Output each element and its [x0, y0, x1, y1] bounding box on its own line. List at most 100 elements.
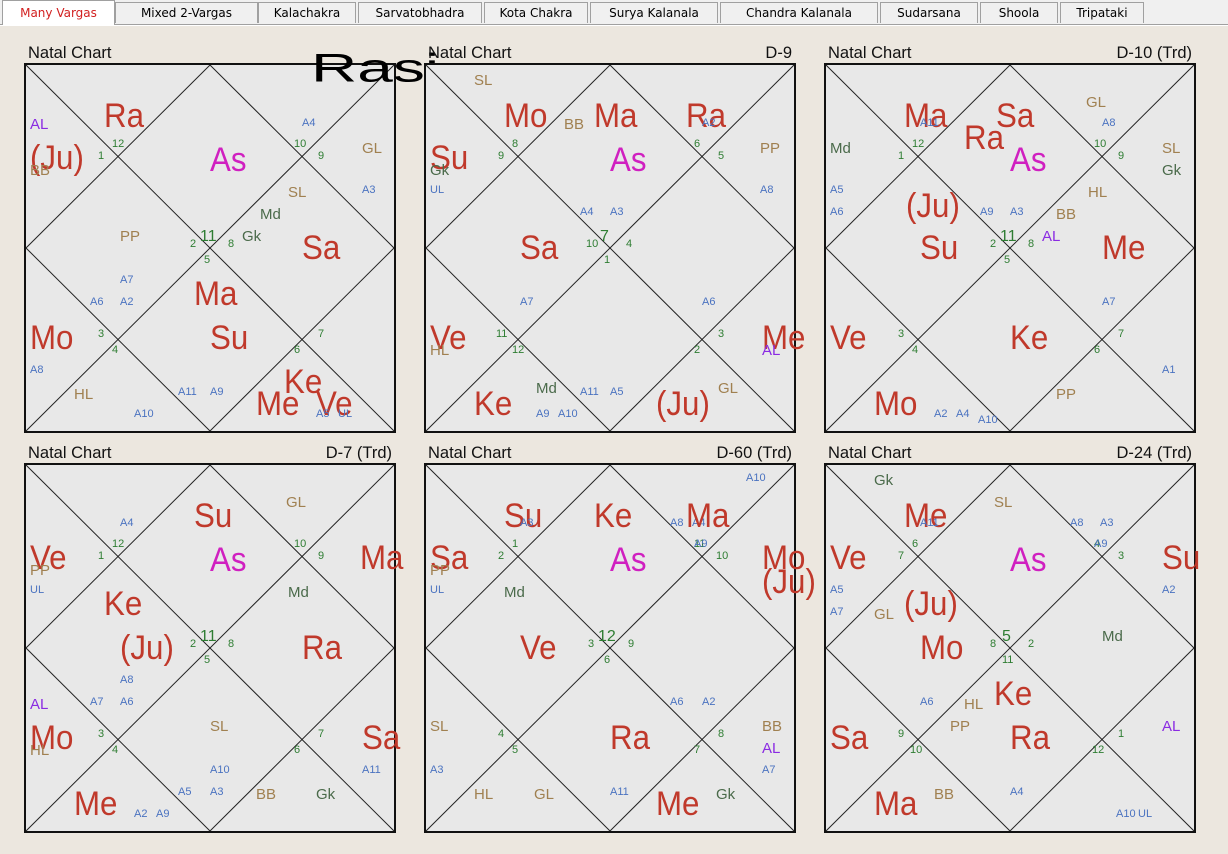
house-number: 5 — [1002, 628, 1011, 645]
planet-label: Ve — [520, 629, 557, 667]
arudha-label: A4 — [1010, 786, 1024, 798]
arudha-label: A5 — [316, 408, 330, 420]
tab-chandra-kalanala[interactable]: Chandra Kalanala — [720, 2, 878, 23]
special-point-label: GL — [286, 494, 307, 511]
special-point-label: Gk — [242, 228, 262, 245]
north-indian-chart[interactable]: A4 Su GL 12 1 Ve PP As 10 9 Ma UL Md Ke (Ju) 2 11 8 5 Ra A8 A… — [24, 463, 403, 833]
north-indian-chart[interactable]: Rasi AL Ra 12 (Ju) BB 1 A4 10 9 GL As SL A3 Md PP 2 11 8 Gk… — [24, 46, 439, 433]
house-number: 4 — [626, 238, 633, 250]
house-number: 2 — [190, 638, 197, 650]
planet-label: Ra — [302, 629, 342, 667]
tab-kalachakra[interactable]: Kalachakra — [258, 2, 356, 23]
house-number: 9 — [898, 728, 905, 740]
arudha-label: A3 — [1100, 517, 1114, 529]
arudha-label: UL — [30, 584, 45, 596]
tab-shoola[interactable]: Shoola — [980, 2, 1058, 23]
chart-panel-1[interactable]: Natal Chart Rasi AL Ra 12 (Ju) BB 1 A4 10 9 GL As SL A… — [24, 44, 439, 436]
chart-panel-5[interactable]: Natal Chart D-60 (Trd) A10 Su A3 Ke A8 A4 Ma 1 2 11… — [424, 444, 816, 836]
tab-kota-chakra[interactable]: Kota Chakra — [484, 2, 588, 23]
arudha-label: A8 — [30, 364, 44, 376]
special-point-label: BB — [256, 786, 277, 803]
arudha-label: A9 — [536, 408, 550, 420]
north-indian-chart[interactable]: Ma A11 Sa Ra GL A8 Md 12 1 As 10 9 SL Gk HL A5 A6 (Ju) A9 A… — [824, 63, 1196, 433]
special-point-label: PP — [950, 718, 971, 735]
arudha-label: A2 — [702, 696, 716, 708]
special-point-label: HL — [30, 742, 50, 759]
ascendant-label: As — [1010, 541, 1047, 579]
special-point-label: GL — [362, 140, 383, 157]
house-number: 7 — [694, 744, 701, 756]
house-number: 9 — [498, 150, 505, 162]
division-label: D-7 (Trd) — [325, 444, 392, 462]
tab-sudarsana[interactable]: Sudarsana — [880, 2, 978, 23]
special-point-label: Md — [288, 584, 309, 601]
division-label: D-9 — [765, 44, 792, 62]
house-number: 1 — [98, 150, 105, 162]
arudha-label: A10 — [558, 408, 578, 420]
special-point-label: Md — [504, 584, 525, 601]
planet-label: Ke — [1010, 319, 1049, 357]
house-number: 5 — [1004, 254, 1011, 266]
chart-panel-3[interactable]: Natal Chart D-10 (Trd) Ma A11 Sa Ra GL A8 Md 12 1 A… — [824, 44, 1196, 436]
special-point-label: HL — [474, 786, 494, 803]
chart-panel-4[interactable]: Natal Chart D-7 (Trd) A4 Su GL 12 1 Ve PP As 10 9 Ma… — [24, 444, 403, 836]
planet-label: (Ju) — [904, 585, 958, 623]
house-number: 12 — [598, 628, 616, 645]
special-point-label: Gk — [716, 786, 736, 803]
special-point-label: BB — [564, 116, 585, 133]
house-number: 6 — [912, 538, 919, 550]
arudha-label: A5 — [830, 184, 844, 196]
house-number: 11 — [496, 328, 508, 340]
planet-label: Su — [1162, 539, 1201, 577]
arudha-label: A2 — [134, 808, 148, 820]
special-point-label: PP — [120, 228, 141, 245]
planet-label: Ve — [830, 319, 867, 357]
house-number: 10 — [294, 138, 307, 150]
special-point-label: GL — [534, 786, 555, 803]
tab-sarvatobhadra[interactable]: Sarvatobhadra — [358, 2, 482, 23]
chart-panel-6[interactable]: Natal Chart D-24 (Trd) Gk SL Me A11 A8 A3 6 7 4 A9 3… — [824, 444, 1200, 836]
arudha-label: A2 — [934, 408, 948, 420]
special-point-label: BB — [762, 718, 783, 735]
arudha-label: A3 — [210, 786, 224, 798]
arudha-label: A8 — [120, 674, 134, 686]
chart-panel-2[interactable]: Natal Chart D-9 SL Mo BB Ma Ra A2 8 9 6 5 PP Su Gk As UL… — [424, 44, 805, 436]
north-indian-chart[interactable]: SL Mo BB Ma Ra A2 8 9 6 5 PP Su Gk As UL A8 A4 A3 Sa 10 7 4 1 A… — [424, 63, 805, 433]
chart-title: Natal Chart — [828, 44, 912, 62]
house-number: 1 — [98, 550, 105, 562]
house-number: 1 — [1118, 728, 1125, 740]
arudha-label: A6 — [830, 206, 844, 218]
arudha-label: UL — [338, 408, 353, 420]
arudha-label: A9 — [210, 386, 224, 398]
chart-name: Rasi — [311, 45, 440, 91]
north-indian-chart[interactable]: Gk SL Me A11 A8 A3 6 7 4 A9 3 Ve As Su A5 A2 A7 GL (Ju) Md M… — [824, 463, 1200, 833]
arudha-label: A3 — [430, 764, 444, 776]
house-number: 3 — [588, 638, 595, 650]
planet-label: Me — [256, 385, 300, 423]
house-number: 3 — [898, 328, 905, 340]
chart-house-lines — [826, 465, 1194, 831]
north-indian-chart[interactable]: A10 Su A3 Ke A8 A4 Ma 1 2 11 A9 10 Sa PP As Mo (Ju) UL Md V… — [424, 463, 816, 833]
special-point-label: PP — [1056, 386, 1077, 403]
special-point-label: GL — [874, 606, 895, 623]
house-number: 2 — [498, 550, 505, 562]
house-number: 11 — [200, 628, 217, 645]
house-number: 12 — [1092, 744, 1105, 756]
arudha-label: A7 — [762, 764, 776, 776]
arudha-label: A4 — [580, 206, 594, 218]
tab-tripataki[interactable]: Tripataki — [1060, 2, 1144, 23]
special-point-label: BB — [934, 786, 955, 803]
tab-many-vargas[interactable]: Many Vargas — [2, 0, 115, 25]
planet-label: Ma — [194, 275, 238, 313]
tab-mixed-2-vargas[interactable]: Mixed 2-Vargas — [115, 2, 258, 23]
tab-surya-kalanala[interactable]: Surya Kalanala — [590, 2, 718, 23]
planet-label: (Ju) — [906, 187, 960, 225]
arudha-label: A7 — [830, 606, 844, 618]
special-point-label: PP — [760, 140, 781, 157]
arudha-label: A8 — [670, 517, 684, 529]
planet-label: Ke — [594, 497, 633, 535]
arudha-label: A9 — [1094, 538, 1108, 550]
arudha-label: A6 — [90, 296, 104, 308]
arudha-label: AL — [30, 116, 49, 133]
house-number: 7 — [318, 728, 325, 740]
